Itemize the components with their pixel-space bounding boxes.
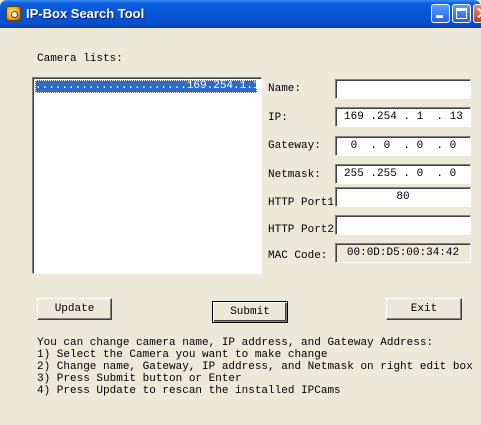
camera-list-label: Camera lists: (37, 53, 123, 65)
camera-list-item[interactable]: .......................169.254.1.13 (35, 80, 266, 93)
http-port1-field[interactable]: 80 (335, 187, 471, 207)
gateway-field[interactable]: 0 . 0 . 0 . 0 (335, 136, 471, 156)
name-field[interactable] (335, 79, 471, 99)
instruction-line: 3) Press Submit button or Enter (37, 373, 242, 385)
title-bar[interactable]: IP-Box Search Tool (0, 0, 481, 28)
instruction-line: 1) Select the Camera you want to make ch… (37, 349, 328, 361)
app-icon (6, 6, 21, 21)
update-button[interactable]: Update (37, 298, 112, 320)
app-window: IP-Box Search Tool Camera lists: .......… (0, 0, 481, 425)
netmask-field[interactable]: 255 .255 . 0 . 0 (335, 164, 471, 184)
ip-field[interactable]: 169 .254 . 1 . 13 (335, 107, 471, 127)
minimize-icon[interactable] (431, 4, 450, 23)
camera-listbox[interactable]: .......................169.254.1.13 (32, 77, 266, 274)
http-port1-label: HTTP Port1 (268, 197, 335, 209)
http-port2-label: HTTP Port2 (268, 224, 335, 236)
mac-code-field: 00:0D:D5:00:34:42 (335, 243, 471, 263)
instruction-line: You can change camera name, IP address, … (37, 337, 434, 349)
close-icon[interactable] (473, 4, 481, 23)
window-title: IP-Box Search Tool (26, 6, 145, 21)
instruction-line: 2) Change name, Gateway, IP address, and… (37, 361, 473, 373)
gateway-label: Gateway: (268, 140, 321, 152)
submit-button[interactable]: Submit (212, 301, 288, 323)
netmask-label: Netmask: (268, 169, 321, 181)
exit-button[interactable]: Exit (386, 298, 462, 320)
maximize-icon[interactable] (452, 4, 471, 23)
http-port2-field[interactable] (335, 215, 471, 235)
mac-code-label: MAC Code: (268, 250, 328, 262)
ip-label: IP: (268, 112, 288, 124)
name-label: Name: (268, 83, 302, 95)
instruction-line: 4) Press Update to rescan the installed … (37, 385, 341, 397)
